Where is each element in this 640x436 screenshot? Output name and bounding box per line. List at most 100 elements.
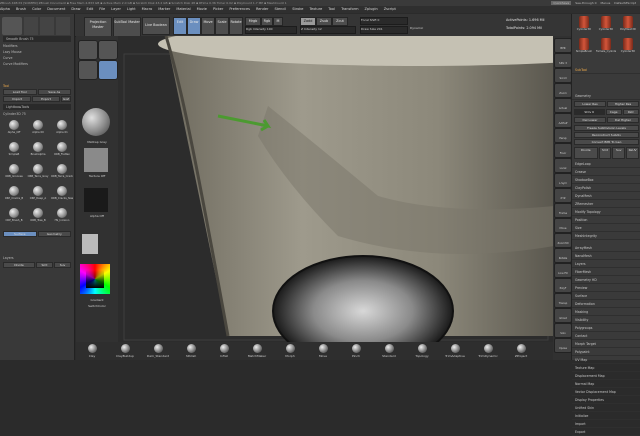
view-control-button[interactable]: Solo bbox=[554, 323, 572, 338]
del-higher-button[interactable]: Del Higher bbox=[607, 117, 639, 123]
tool-thumb[interactable]: ORB_Cracks_Slash bbox=[51, 185, 73, 205]
convert-bpr-button[interactable]: Convert BPR To Geo bbox=[574, 139, 639, 145]
tool-thumb[interactable]: ORB_Terra_Gray bbox=[27, 163, 49, 183]
menu-brush[interactable]: Brush bbox=[16, 7, 26, 11]
draw-button[interactable]: Draw bbox=[187, 17, 201, 35]
reconstruct-subdiv-button[interactable]: Reconstruct Subdiv bbox=[574, 132, 639, 138]
bottom-brush-item[interactable]: ZProject bbox=[509, 344, 533, 358]
view-control-button[interactable]: Ghost bbox=[554, 308, 572, 323]
lower-res-button[interactable]: Lower Res bbox=[574, 101, 606, 107]
tool-subpalette-item[interactable]: Surface bbox=[572, 292, 640, 300]
standard-brush-icon[interactable] bbox=[2, 17, 22, 35]
tool-subpalette-item[interactable]: Deformation bbox=[572, 300, 640, 308]
tool-thumb[interactable]: Alpha_Off bbox=[3, 119, 25, 139]
tool-subpalette-item[interactable]: Polypaint bbox=[572, 348, 640, 356]
menus-button[interactable]: Menus bbox=[601, 1, 611, 5]
tool-thumb[interactable]: Alpha 01 bbox=[51, 119, 73, 139]
tool-subpalette-item[interactable]: Texture Map bbox=[572, 364, 640, 372]
menu-alpha[interactable]: Alpha bbox=[0, 7, 10, 11]
reuv-right-button[interactable]: ReUV bbox=[626, 147, 639, 159]
menu-render[interactable]: Render bbox=[256, 7, 268, 11]
tool-subpalette-item[interactable]: ArrayMesh bbox=[572, 244, 640, 252]
menu-macro[interactable]: Macro bbox=[142, 7, 153, 11]
menu-marker[interactable]: Marker bbox=[158, 7, 170, 11]
tool-thumb[interactable]: SimpleB bbox=[3, 141, 25, 161]
view-control-button[interactable]: Zoom3D bbox=[554, 233, 572, 248]
smt-right-button[interactable]: Smt bbox=[598, 147, 612, 159]
divide-right-button[interactable]: Divide bbox=[574, 147, 598, 159]
menu-movie[interactable]: Movie bbox=[197, 7, 207, 11]
draw-size-slider[interactable]: Draw Size 201 bbox=[360, 26, 408, 34]
tool-thumb[interactable]: ORB_Grooves bbox=[3, 163, 25, 183]
save-as-button[interactable]: Save As bbox=[37, 89, 71, 95]
sdiv-slider[interactable]: SDiv 6 bbox=[574, 109, 605, 115]
menu-light[interactable]: Light bbox=[127, 7, 136, 11]
tool-palette-thumb[interactable]: PolyMesh3D bbox=[618, 16, 638, 36]
bottom-brush-item[interactable]: Topology bbox=[410, 344, 434, 358]
tool-subpalette-item[interactable]: UV Map bbox=[572, 356, 640, 364]
tool-subpalette-item[interactable]: FiberMesh bbox=[572, 268, 640, 276]
see-through-slider[interactable]: See-through 0 bbox=[575, 1, 596, 5]
smt-button[interactable]: Smt bbox=[36, 262, 53, 268]
dots-icon[interactable] bbox=[56, 17, 70, 35]
tool-thumb[interactable]: HS_Incision bbox=[51, 207, 73, 227]
stroke-icon[interactable] bbox=[98, 40, 118, 60]
tool-subpalette-item[interactable]: Initialize bbox=[572, 412, 640, 420]
stroke-thumb-icon[interactable] bbox=[82, 234, 98, 254]
view-control-button[interactable]: XYZ bbox=[554, 188, 572, 203]
crease-section[interactable]: Crease bbox=[572, 168, 640, 176]
tool-subpalette-item[interactable]: Masking bbox=[572, 308, 640, 316]
gradient-label[interactable]: Gradient bbox=[78, 298, 116, 302]
zadd-button[interactable]: Zadd bbox=[300, 17, 316, 26]
dynamic-toggle[interactable]: Dynamic bbox=[410, 26, 428, 32]
menu-preferences[interactable]: Preferences bbox=[229, 7, 250, 11]
shadowbox-section[interactable]: ShadowBox bbox=[572, 176, 640, 184]
import-button[interactable]: Import bbox=[3, 96, 31, 102]
lightbox-tools-button[interactable]: Lightbox▸Tools bbox=[3, 104, 71, 110]
tool-thumb[interactable]: CRP_Brush_B bbox=[3, 207, 25, 227]
zremesher-section[interactable]: ZRemesher bbox=[572, 200, 640, 208]
quicksave-button[interactable]: QuickSave bbox=[551, 1, 572, 5]
tool-thumb[interactable]: ORB_Tree_B bbox=[27, 207, 49, 227]
z-intensity-slider[interactable]: Z Intensity 12 bbox=[300, 26, 356, 34]
tool-subpalette-item[interactable]: Export bbox=[572, 428, 640, 436]
tool-subpalette-item[interactable]: Preview bbox=[572, 284, 640, 292]
texture-icon[interactable] bbox=[78, 60, 98, 80]
tool-thumb[interactable]: ORB_Terra_Crackle bbox=[51, 163, 73, 183]
view-control-button[interactable]: PolyF bbox=[554, 278, 572, 293]
menu-stencil[interactable]: Stencil bbox=[274, 7, 286, 11]
tool-thumb[interactable]: BrushAlpha bbox=[27, 141, 49, 161]
view-control-button[interactable]: Transp bbox=[554, 293, 572, 308]
view-control-button[interactable]: Line Fill bbox=[554, 263, 572, 278]
export-button[interactable]: Export bbox=[32, 96, 60, 102]
menu-edit[interactable]: Edit bbox=[87, 7, 94, 11]
focal-shift-slider[interactable]: Focal Shift 0 bbox=[360, 17, 408, 25]
brush-palette-icon[interactable] bbox=[78, 40, 98, 60]
bottom-brush-item[interactable]: Morph bbox=[278, 344, 302, 358]
view-control-button[interactable]: SPix 3 bbox=[554, 53, 572, 68]
tool-thumb[interactable]: Alpha 00 bbox=[27, 119, 49, 139]
bottom-brush-item[interactable]: Clay bbox=[80, 344, 104, 358]
view-control-button[interactable]: Zoom bbox=[554, 83, 572, 98]
bottom-brush-item[interactable]: Standard bbox=[377, 344, 401, 358]
texture-thumb-icon[interactable] bbox=[84, 148, 108, 172]
claypolish-section[interactable]: ClayPolish bbox=[572, 184, 640, 192]
material-sphere-icon[interactable] bbox=[82, 108, 110, 136]
view-control-button[interactable]: Xpose bbox=[554, 338, 572, 353]
view-control-button[interactable]: Rotate bbox=[554, 248, 572, 263]
smooth-brush-slider[interactable]: Smooth Brush 75 bbox=[3, 36, 71, 42]
surface-button[interactable]: Surface bbox=[3, 231, 37, 237]
bottom-brush-item[interactable]: Dam_Standard bbox=[146, 344, 170, 358]
tool-thumb[interactable]: ORB_Flatten bbox=[51, 141, 73, 161]
tool-subpalette-item[interactable]: Vector Displacement Map bbox=[572, 388, 640, 396]
tool-subpalette-item[interactable]: Unified Skin bbox=[572, 404, 640, 412]
view-control-button[interactable]: Persp bbox=[554, 128, 572, 143]
view-control-button[interactable]: AAHalf bbox=[554, 113, 572, 128]
rotate-button[interactable]: Rotate bbox=[229, 17, 243, 35]
dynamesh-section[interactable]: DynaMesh bbox=[572, 192, 640, 200]
freeze-subdiv-button[interactable]: Freeze SubDivision Levels bbox=[574, 125, 639, 131]
meshintegrity-section[interactable]: MeshIntegrity bbox=[572, 232, 640, 240]
load-tool-button[interactable]: Load Tool bbox=[3, 89, 37, 95]
zcut-button[interactable]: Zcut bbox=[332, 17, 348, 26]
grid-icon[interactable] bbox=[98, 60, 118, 80]
